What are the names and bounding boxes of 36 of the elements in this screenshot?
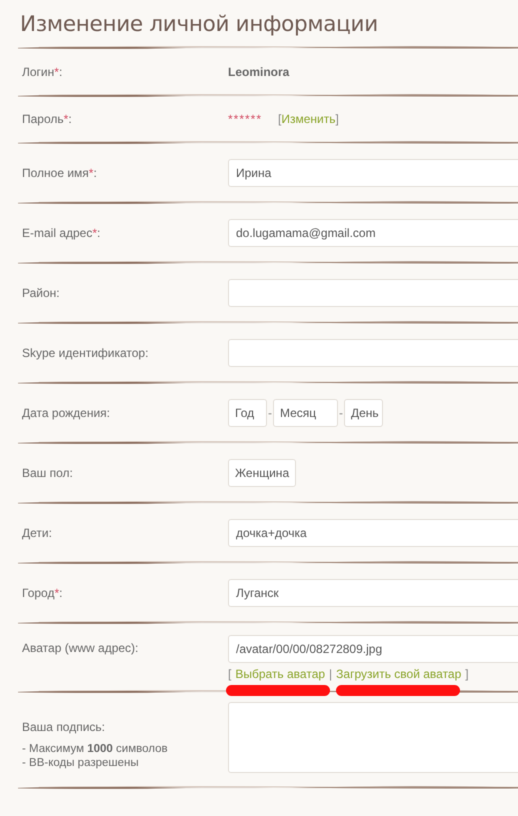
- date-select[interactable]: День: [344, 398, 383, 426]
- gender-select[interactable]: Женщина: [228, 458, 296, 486]
- date-select[interactable]: Год: [228, 398, 267, 426]
- field-label: Логин*:: [22, 64, 64, 78]
- input-field[interactable]: Луганск: [228, 578, 518, 606]
- field-label: Город*:: [22, 586, 64, 600]
- hint-text: - BB-коды разрешены: [22, 756, 140, 770]
- input-field[interactable]: дочка+дочка: [228, 518, 518, 546]
- hint-text: - Максимум 1000 символов: [22, 742, 169, 756]
- field-label: Skype идентификатор:: [22, 346, 150, 360]
- login-value: Leominora: [228, 64, 290, 78]
- input-field[interactable]: /avatar/00/00/08272809.jpg: [228, 635, 518, 663]
- date-separator: -: [339, 406, 343, 420]
- field-label: Дети:: [22, 526, 53, 540]
- field-label: Дата рождения:: [22, 406, 111, 420]
- field-label: Аватар (www адрес):: [22, 641, 140, 655]
- bracket: ]: [336, 112, 339, 126]
- signature-textarea[interactable]: [228, 702, 518, 773]
- date-separator: -: [268, 406, 272, 420]
- field-label: Ваш пол:: [22, 466, 74, 480]
- date-select[interactable]: Месяц: [273, 398, 338, 426]
- input-field[interactable]: do.lugamama@gmail.com: [228, 218, 518, 246]
- input-field[interactable]: [228, 278, 518, 306]
- field-label: Пароль*:: [22, 112, 73, 126]
- input-field[interactable]: Ирина: [228, 158, 518, 186]
- field-label: Район:: [22, 286, 61, 300]
- field-label: Ваша подпись:: [22, 720, 106, 734]
- page-title: Изменение личной информации: [19, 11, 379, 39]
- field-label: E-mail адрес*:: [22, 226, 102, 240]
- link-separator: |: [329, 667, 332, 681]
- bracket: ]: [465, 667, 469, 681]
- field-label: Полное имя*:: [22, 166, 98, 180]
- password-mask: ******: [228, 112, 262, 126]
- bracket: [: [278, 112, 282, 126]
- input-field[interactable]: [228, 338, 518, 366]
- bracket: [: [228, 667, 232, 681]
